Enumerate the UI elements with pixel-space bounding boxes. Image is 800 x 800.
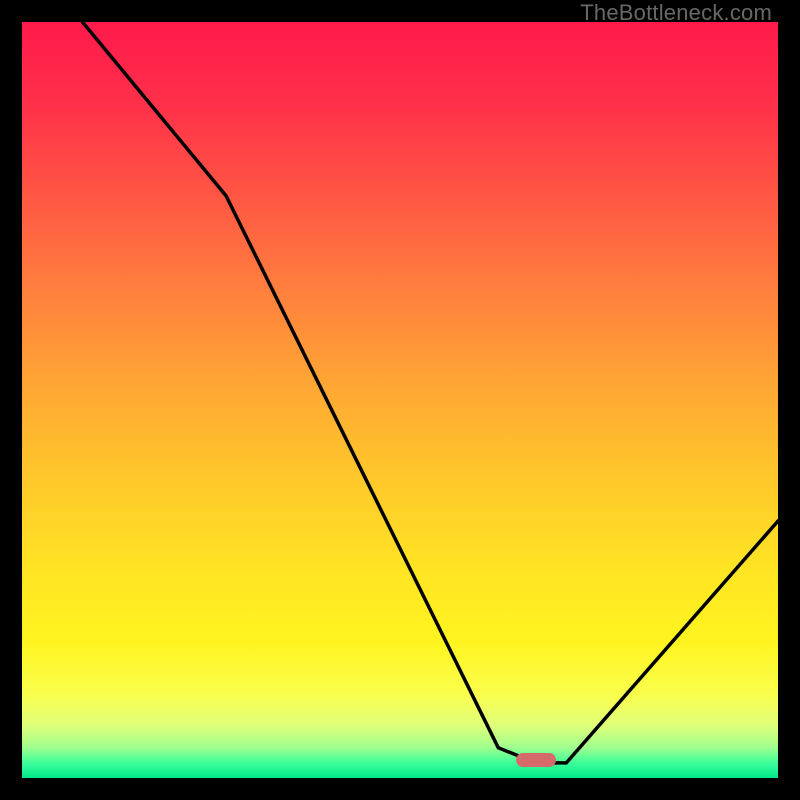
optimum-marker [516,753,556,767]
watermark-text: TheBottleneck.com [580,0,772,26]
curve-path [83,22,779,763]
bottleneck-curve [22,22,778,778]
